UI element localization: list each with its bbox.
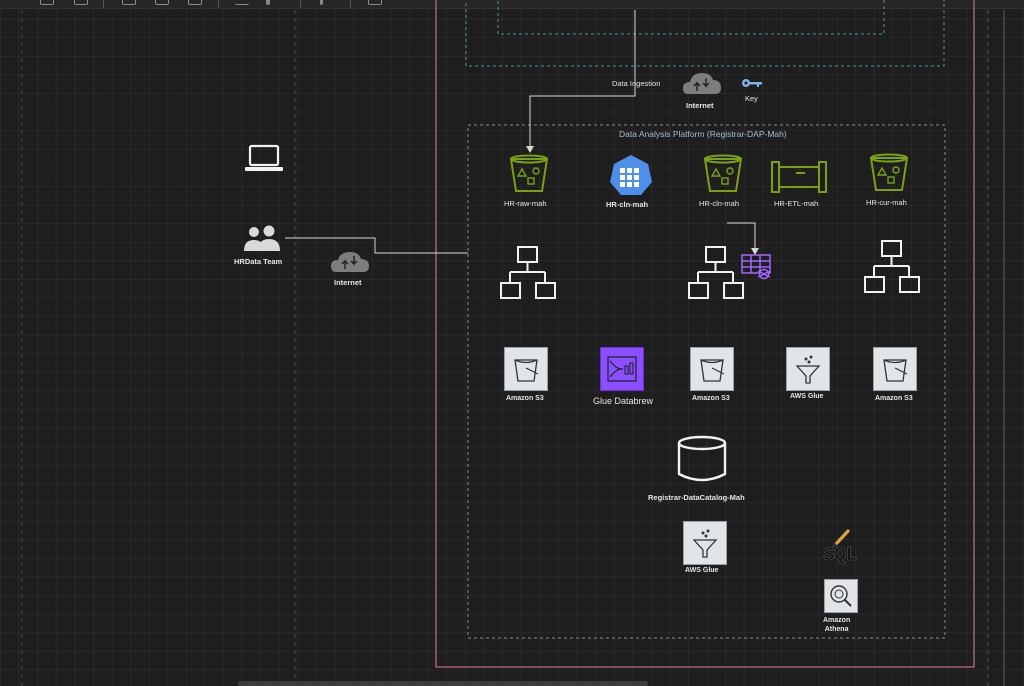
glue-databrew-dataset-icon [610,155,652,195]
catalog-label: Registrar-DataCatalog-Mah [648,493,745,502]
service-label: Glue Databrew [593,396,654,406]
subnet-boundary[interactable] [465,0,945,67]
crawler-connector[interactable] [727,222,756,250]
service-label: Amazon S3 [506,395,544,402]
horizontal-scrollbar[interactable] [238,681,648,686]
arrow-head [526,146,534,153]
key-label: Key [745,94,758,103]
bucket-label: HR-cln-mah [606,200,649,209]
bucket-label: HR-cln-mah [699,199,740,208]
internet-cloud-icon [683,73,721,94]
bucket-label: HR-raw-mah [504,199,547,208]
subnet-boundary-inner[interactable] [497,0,885,35]
service-label: AWS Glue [790,393,824,400]
key-icon [742,79,762,87]
s3-bucket-icon [869,153,909,191]
aws-glue-icon [683,521,727,565]
hierarchy-icon [500,246,556,299]
aws-glue-icon [786,347,830,391]
laptop-icon [245,144,283,171]
service-label: Amazon S3 [692,395,730,402]
athena-label: Amazon Athena [823,617,851,633]
svg-text:SQL: SQL [823,544,857,566]
team-connector[interactable] [285,237,468,254]
internet-cloud-icon [331,252,369,272]
hierarchy-icon [688,246,744,299]
platform-title: Data Analysis Platform (Registrar-DAP-Ma… [619,129,787,139]
data-catalog-database-icon [677,435,727,482]
amazon-s3-icon [504,347,548,391]
amazon-s3-icon [690,347,734,391]
hierarchy-icon [864,240,920,293]
internet-label: Internet [334,278,362,287]
service-label: AWS Glue [685,567,719,574]
hr-team-label: HRData Team [234,257,283,266]
users-icon [244,225,280,251]
service-label: Amazon S3 [875,395,913,402]
amazon-s3-icon [873,347,917,391]
bucket-label: HR-cur-mah [866,198,907,207]
internet-label: Internet [686,101,714,110]
arrow-head [751,248,759,255]
data-ingestion-label: Data Ingestion [612,79,661,88]
s3-bucket-icon [509,154,549,192]
etl-pipeline-icon [771,161,827,193]
bucket-label: HR-ETL-mah [774,199,819,208]
s3-bucket-icon [703,154,743,192]
diagram-canvas[interactable]: SQL [0,0,1024,686]
glue-crawler-icon [741,254,771,280]
sql-icon: SQL [823,529,858,566]
amazon-athena-icon [824,579,858,613]
glue-databrew-icon [600,347,644,391]
